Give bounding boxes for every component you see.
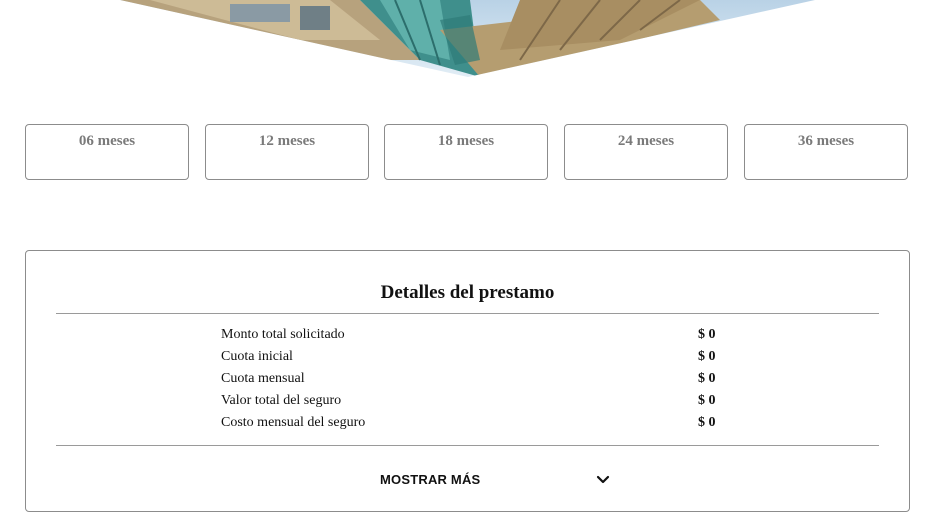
detail-label: Cuota inicial bbox=[221, 349, 293, 364]
show-more-label: MOSTRAR MÁS bbox=[380, 472, 481, 487]
detail-value: $ 0 bbox=[698, 349, 716, 364]
detail-row-valor-seguro: Valor total del seguro $ 0 bbox=[221, 393, 721, 415]
detail-value: $ 0 bbox=[698, 393, 716, 408]
loan-details-card: Detalles del prestamo Monto total solici… bbox=[25, 250, 910, 512]
detail-label: Cuota mensual bbox=[221, 371, 305, 386]
detail-row-costo-seguro: Costo mensual del seguro $ 0 bbox=[221, 415, 721, 437]
term-option-label: 36 meses bbox=[797, 133, 855, 149]
term-option-18[interactable]: 18 meses bbox=[384, 124, 548, 180]
term-option-12[interactable]: 12 meses bbox=[205, 124, 369, 180]
term-option-label: 24 meses bbox=[617, 133, 675, 149]
hero-image bbox=[0, 0, 932, 80]
term-option-label: 06 meses bbox=[78, 133, 136, 149]
term-option-36[interactable]: 36 meses bbox=[744, 124, 908, 180]
detail-row-cuota-mensual: Cuota mensual $ 0 bbox=[221, 371, 721, 393]
detail-label: Valor total del seguro bbox=[221, 393, 342, 408]
detail-value: $ 0 bbox=[698, 327, 716, 342]
detail-label: Costo mensual del seguro bbox=[221, 415, 366, 430]
detail-row-monto-total: Monto total solicitado $ 0 bbox=[221, 327, 721, 349]
term-option-label: 12 meses bbox=[258, 133, 316, 149]
building-photo bbox=[120, 0, 815, 77]
detail-value: $ 0 bbox=[698, 415, 716, 430]
divider bbox=[56, 313, 879, 314]
detail-row-cuota-inicial: Cuota inicial $ 0 bbox=[221, 349, 721, 371]
term-option-24[interactable]: 24 meses bbox=[564, 124, 728, 180]
term-selector: 06 meses 12 meses 18 meses 24 meses 36 m… bbox=[25, 124, 910, 182]
term-option-label: 18 meses bbox=[437, 133, 495, 149]
card-title: Detalles del prestamo bbox=[380, 282, 555, 303]
detail-value: $ 0 bbox=[698, 371, 716, 386]
chevron-down-icon bbox=[596, 475, 610, 484]
show-more-button[interactable]: MOSTRAR MÁS bbox=[380, 470, 620, 492]
detail-label: Monto total solicitado bbox=[221, 327, 345, 342]
details-list: Monto total solicitado $ 0 Cuota inicial… bbox=[221, 327, 721, 437]
term-option-06[interactable]: 06 meses bbox=[25, 124, 189, 180]
divider bbox=[56, 445, 879, 446]
